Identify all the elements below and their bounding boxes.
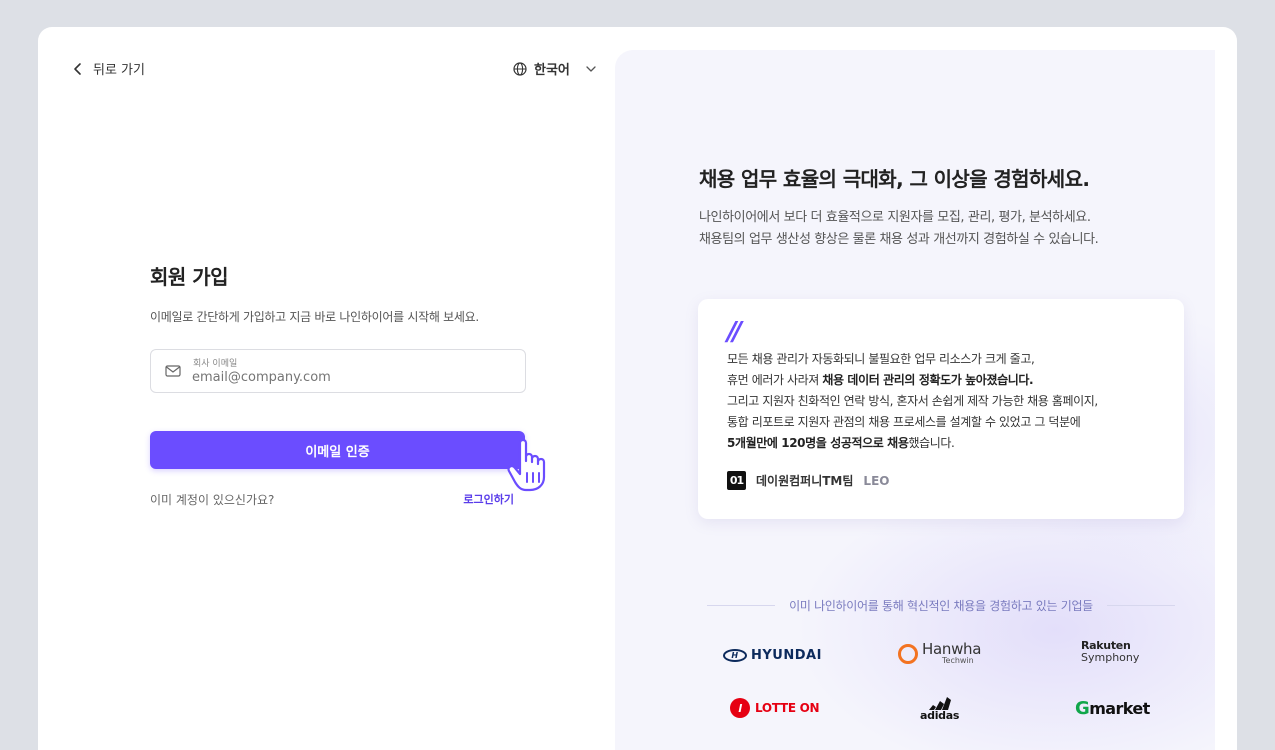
hyundai-wordmark: HYUNDAI [751,648,822,663]
page-subtitle: 이메일로 간단하게 가입하고 지금 바로 나인하이어를 시작해 보세요. [150,310,479,324]
divider [1106,605,1176,606]
chevron-down-icon [586,65,596,72]
adidas-wordmark: adidas [920,709,960,722]
testimonial-highlight: 채용 데이터 관리의 정확도가 높아졌습니다. [822,373,1034,387]
mail-icon [165,365,181,377]
promo-desc-line: 나인하이어에서 보다 더 효율적으로 지원자를 모집, 관리, 평가, 분석하세… [699,210,1091,225]
testimonial-card: // 모든 채용 관리가 자동화되니 불필요한 업무 리소스가 크게 줄고, 휴… [698,299,1184,519]
testimonial-author: 01 데이원컴퍼니TM팀 LEO [727,471,889,490]
page-title: 회원 가입 [150,265,229,289]
company-logo: 01 [727,471,746,490]
testimonial-text: 모든 채용 관리가 자동화되니 불필요한 업무 리소스가 크게 줄고, 휴먼 에… [727,349,1098,454]
promo-description: 나인하이어에서 보다 더 효율적으로 지원자를 모집, 관리, 평가, 분석하세… [699,207,1099,251]
testimonial-line: 모든 채용 관리가 자동화되니 불필요한 업무 리소스가 크게 줄고, [727,352,1035,366]
login-row: 이미 계정이 있으신가요? 로그인하기 [150,491,514,508]
clients-heading: 이미 나인하이어를 통해 혁신적인 채용을 경험하고 있는 기업들 [707,597,1176,614]
testimonial-line: 5개월만에 120명을 성공적으로 채용했습니다. [727,433,1098,454]
testimonial-line: 휴먼 에러가 사라져 채용 데이터 관리의 정확도가 높아졌습니다. [727,370,1098,391]
email-field-label: 회사 이메일 [193,359,238,369]
testimonial-line: 그리고 지원자 친화적인 연락 방식, 혼자서 손쉽게 제작 가능한 채용 홈페… [727,394,1098,408]
hanwha-subtext: Techwin [942,656,974,665]
back-label: 뒤로 가기 [93,63,145,78]
language-label: 한국어 [534,63,570,78]
language-selector[interactable]: 한국어 [513,59,597,78]
promo-panel: 채용 업무 효율의 극대화, 그 이상을 경험하세요. 나인하이어에서 보다 더… [615,50,1215,750]
gmarket-wordmark: market [1089,699,1150,718]
email-verify-label: 이메일 인증 [305,444,370,460]
pointer-hand-icon [507,438,546,492]
chevron-left-icon [74,62,81,75]
gmarket-logo: Gmarket [1075,698,1150,719]
promo-desc-line: 채용팀의 업무 생산성 향상은 물론 채용 성과 개선까지 경험하실 수 있습니… [699,232,1099,247]
testimonial-text-part: 휴먼 에러가 사라져 [727,373,823,387]
hyundai-logo: H HYUNDAI [723,648,822,663]
testimonial-highlight: 5개월만에 120명을 성공적으로 채용 [727,436,909,450]
testimonial-line: 통합 리포트로 지원자 관점의 채용 프로세스를 설계할 수 있었고 그 덕분에 [727,415,1081,429]
adidas-logo: adidas [920,696,959,722]
email-verify-button[interactable]: 이메일 인증 [150,431,525,469]
signup-window: 뒤로 가기 한국어 회원 가입 이메일로 간단하게 가입하고 지금 바로 나인하… [38,27,1237,750]
email-input[interactable] [192,370,512,385]
signup-form: 회원 가입 이메일로 간단하게 가입하고 지금 바로 나인하이어를 시작해 보세… [150,261,546,508]
rakuten-subtext: Symphony [1081,651,1140,664]
quote-mark-icon: // [727,317,742,347]
globe-icon [513,61,527,76]
hanwha-logo: Hanwha Techwin [898,642,981,665]
author-team: 데이원컴퍼니TM팀 [756,474,854,488]
lotte-on-logo: l LOTTE ON [730,698,820,718]
author-name: LEO [863,473,890,488]
hyundai-emblem-icon: H [723,649,747,662]
promo-headline: 채용 업무 효율의 극대화, 그 이상을 경험하세요. [699,167,1090,191]
clients-title: 이미 나인하이어를 통해 혁신적인 채용을 경험하고 있는 기업들 [789,599,1093,613]
gmarket-g: G [1075,698,1090,719]
back-button[interactable]: 뒤로 가기 [71,59,145,78]
lotte-emblem-icon: l [730,698,750,718]
have-account-text: 이미 계정이 있으신가요? [150,493,275,507]
testimonial-text-part: 했습니다. [908,436,955,450]
adidas-stripes-icon [928,697,951,710]
hanwha-emblem-icon [898,643,918,664]
login-link[interactable]: 로그인하기 [463,491,514,508]
hanwha-wordmark: Hanwha [922,640,982,658]
rakuten-logo: Rakuten Symphony [1081,640,1139,664]
email-field[interactable]: 회사 이메일 [150,349,526,393]
divider [707,605,776,606]
lotte-wordmark: LOTTE ON [755,701,820,715]
